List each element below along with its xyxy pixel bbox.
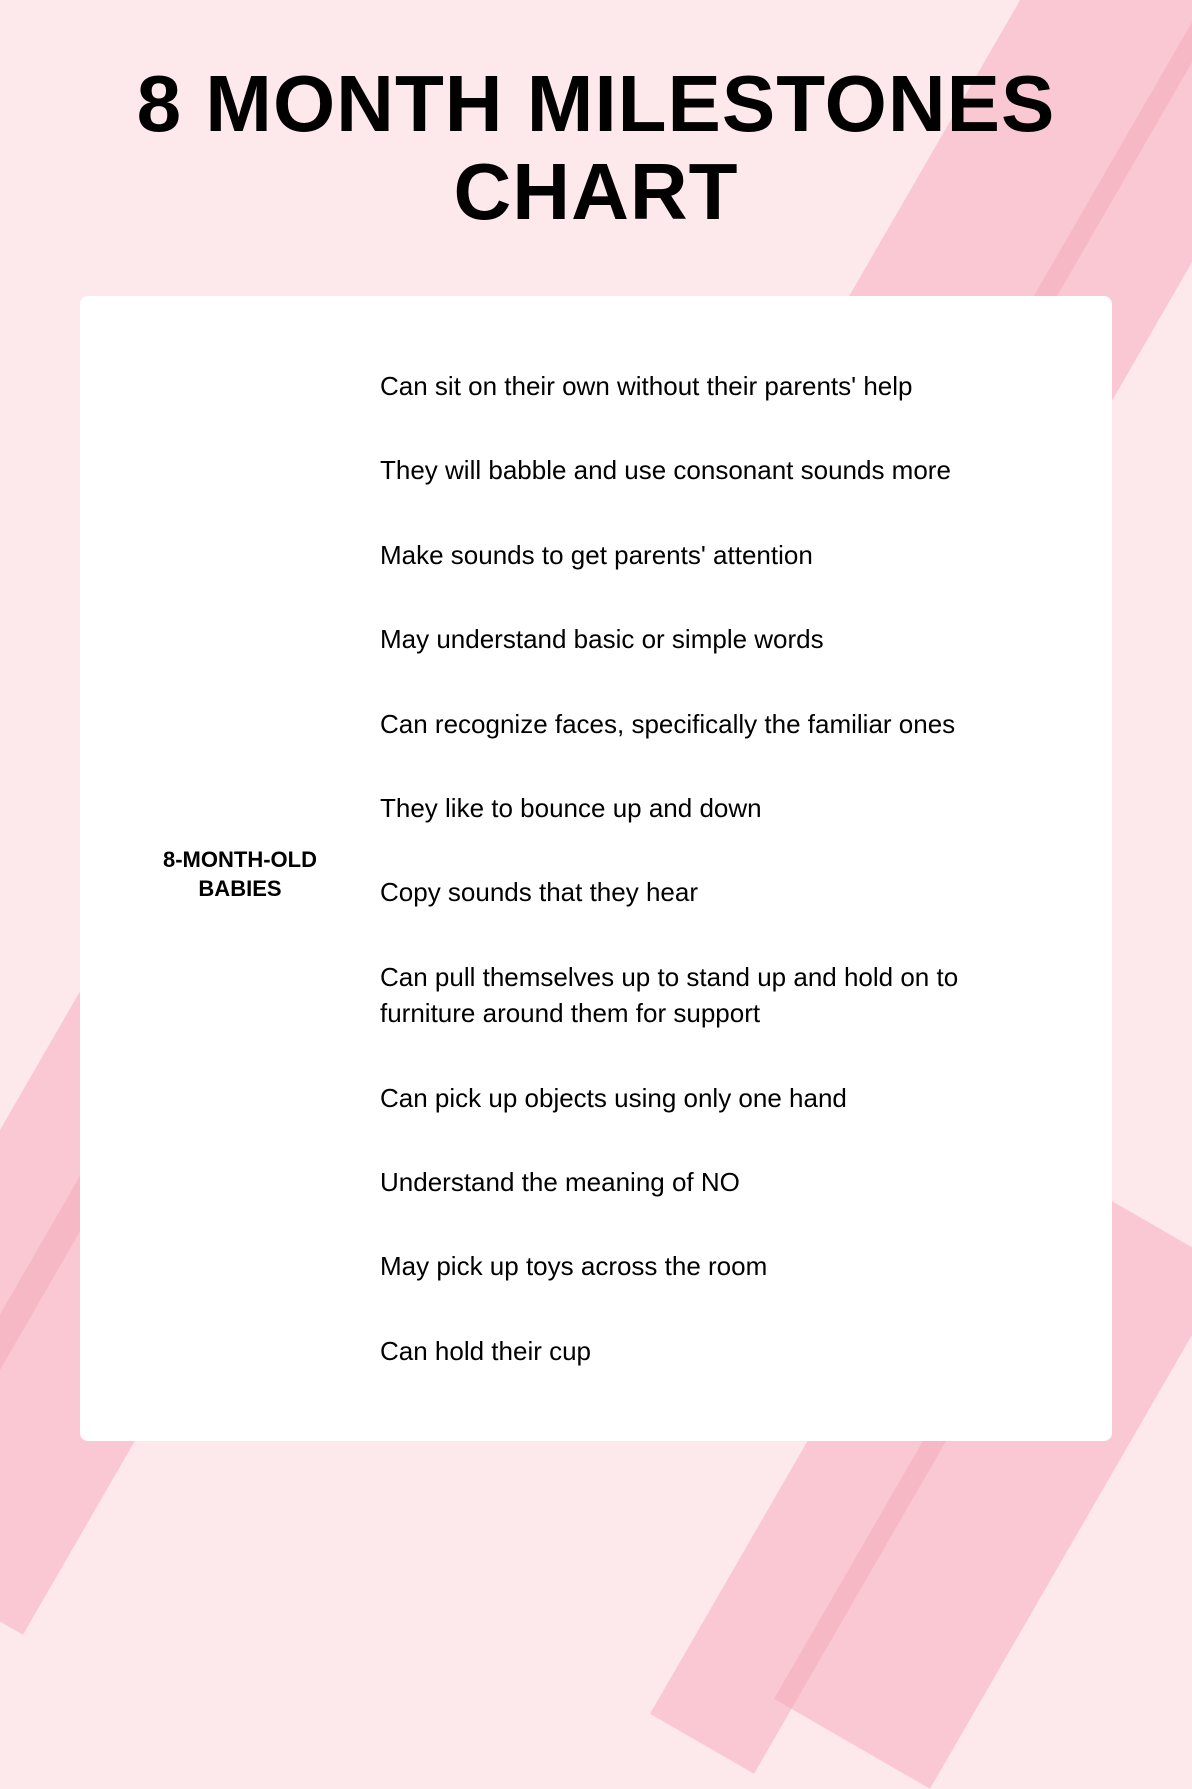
milestone-item-2: They will babble and use consonant sound… (380, 430, 1052, 510)
milestone-item-3: Make sounds to get parents' attention (380, 515, 1052, 595)
page-content: 8 MONTH MILESTONES CHART 8-MONTH-OLD BAB… (0, 0, 1192, 1501)
milestone-item-7: Copy sounds that they hear (380, 852, 1052, 932)
milestone-item-8: Can pull themselves up to stand up and h… (380, 937, 1052, 1054)
page-title: 8 MONTH MILESTONES CHART (80, 60, 1112, 236)
milestone-item-10: Understand the meaning of NO (380, 1142, 1052, 1222)
babies-label: 8-MONTH-OLD BABIES (163, 846, 317, 903)
main-card: 8-MONTH-OLD BABIES Can sit on their own … (80, 296, 1112, 1441)
milestone-item-4: May understand basic or simple words (380, 599, 1052, 679)
milestone-item-11: May pick up toys across the room (380, 1226, 1052, 1306)
milestone-item-9: Can pick up objects using only one hand (380, 1058, 1052, 1138)
milestone-item-12: Can hold their cup (380, 1311, 1052, 1391)
milestone-item-5: Can recognize faces, specifically the fa… (380, 684, 1052, 764)
title-line1: 8 MONTH MILESTONES (137, 59, 1056, 148)
label-column: 8-MONTH-OLD BABIES (140, 346, 340, 903)
label-line2: BABIES (198, 876, 281, 901)
title-line2: CHART (454, 147, 739, 236)
label-line1: 8-MONTH-OLD (163, 847, 317, 872)
milestones-list: Can sit on their own without their paren… (380, 346, 1052, 1391)
milestone-item-6: They like to bounce up and down (380, 768, 1052, 848)
milestone-item-1: Can sit on their own without their paren… (380, 346, 1052, 426)
